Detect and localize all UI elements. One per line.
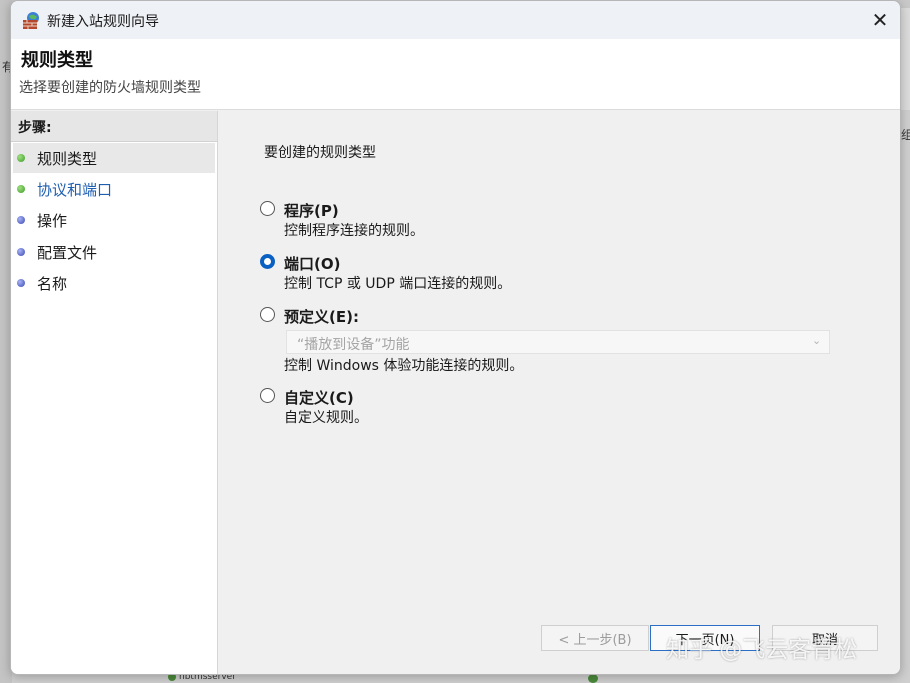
page-subtitle: 选择要创建的防火墙规则类型 [19,80,201,96]
step-label[interactable]: 协议和端口 [37,179,112,200]
predefined-radio[interactable] [260,307,275,322]
step-protocol-and-ports[interactable]: 协议和端口 [13,174,215,204]
port-radio[interactable] [260,254,275,269]
option-label[interactable]: 端口(O) [284,253,340,274]
program-radio[interactable] [260,201,275,216]
close-button[interactable]: ✕ [863,5,897,35]
option-description: 控制 Windows 体验功能连接的规则。 [284,358,524,374]
step-pending-icon [17,279,25,287]
option-label[interactable]: 自定义(C) [284,387,354,408]
option-label[interactable]: 预定义(E): [284,306,359,327]
custom-radio[interactable] [260,388,275,403]
step-label: 配置文件 [37,243,98,262]
step-pending-icon [17,248,25,256]
steps-panel: 步骤: 规则类型 协议和端口 操作 配置文件 名称 [11,111,218,674]
step-name: 名称 [13,268,215,298]
firewall-icon [23,12,39,29]
page-title: 规则类型 [21,50,93,71]
predefined-rule-select: “播放到设备”功能 ⌄ [286,330,830,354]
option-description: 自定义规则。 [284,410,368,426]
step-label: 名称 [37,274,68,293]
chevron-down-icon: ⌄ [812,334,822,347]
option-description: 控制程序连接的规则。 [284,223,424,239]
watermark: 知乎 @飞云客青松 [666,637,858,663]
steps-heading: 步骤: [11,111,217,142]
main-content: 要创建的规则类型 程序(P) 控制程序连接的规则。 端口(O) 控制 TCP 或… [220,111,900,674]
step-complete-icon [17,154,25,162]
step-label: 规则类型 [37,149,98,168]
select-value: “播放到设备”功能 [297,337,410,353]
back-button: < 上一步(B) [541,625,649,651]
background-right-glyph: 组 [901,128,910,142]
steps-heading-label: 步骤: [18,120,52,136]
new-inbound-rule-wizard: 新建入站规则向导 ✕ 规则类型 选择要创建的防火墙规则类型 步骤: 规则类型 协… [10,0,901,675]
wizard-header: 规则类型 选择要创建的防火墙规则类型 [11,39,900,110]
close-icon: ✕ [871,8,889,32]
step-rule-type: 规则类型 [13,143,215,173]
rule-type-question: 要创建的规则类型 [264,145,376,161]
step-pending-icon [17,216,25,224]
background-service-icon [588,674,598,683]
option-description: 控制 TCP 或 UDP 端口连接的规则。 [284,276,512,292]
step-profile: 配置文件 [13,237,215,267]
step-action: 操作 [13,205,215,235]
window-title: 新建入站规则向导 [47,14,159,30]
option-label[interactable]: 程序(P) [284,200,339,221]
step-complete-icon [17,185,25,193]
step-label: 操作 [37,211,68,230]
title-bar: 新建入站规则向导 ✕ [11,1,900,39]
